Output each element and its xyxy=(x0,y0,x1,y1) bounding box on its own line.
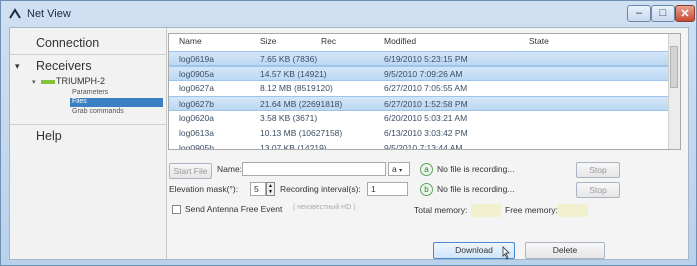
recording-interval-label: Recording interval(s): xyxy=(280,184,361,194)
nav-connection-label: Connection xyxy=(36,36,100,50)
start-file-button[interactable]: Start File xyxy=(169,163,212,179)
table-row[interactable]: log0620a 3.58 KB (3671) 6/20/2010 5:03:21 … xyxy=(169,111,669,126)
send-event-label: Send Antenna Free Event xyxy=(185,204,283,214)
cell-modified: 6/27/2010 7:05:55 AM xyxy=(384,83,468,93)
cell-name: log0613a xyxy=(179,128,214,138)
title-bar: Net View – □ ✕ xyxy=(1,1,696,27)
stop-b-button[interactable]: Stop xyxy=(576,182,620,198)
elevation-mask-input[interactable]: 5 xyxy=(250,182,266,196)
cell-size: 14.57 KB (14921) xyxy=(260,69,327,79)
nav-help[interactable]: Help xyxy=(10,124,166,147)
delete-button[interactable]: Delete xyxy=(525,242,605,259)
expand-arrow-icon: ▾ xyxy=(15,61,20,71)
cell-size: 8.12 MB (8519120) xyxy=(260,83,333,93)
column-header-rec[interactable]: Rec xyxy=(321,36,336,46)
column-header-size[interactable]: Size xyxy=(260,36,277,46)
minimize-icon: – xyxy=(635,7,643,19)
cell-modified: 6/20/2010 5:03:21 AM xyxy=(384,113,468,123)
cell-size: 3.58 KB (3671) xyxy=(260,113,318,123)
dropdown-arrow-icon: ▾ xyxy=(399,168,403,174)
recording-interval-input[interactable]: 1 xyxy=(367,182,408,196)
maximize-button[interactable]: □ xyxy=(651,5,675,22)
name-select[interactable]: a ▾ xyxy=(388,162,410,176)
channel-b-status: No file is recording... xyxy=(437,184,515,194)
nav-connection[interactable]: Connection xyxy=(10,32,166,55)
maximize-icon: □ xyxy=(659,7,667,19)
cell-name: log0905a xyxy=(179,69,214,79)
total-memory-value xyxy=(471,204,501,217)
elevation-spinner[interactable]: ▲ ▼ xyxy=(266,182,275,196)
channel-a-indicator: a xyxy=(420,163,433,176)
file-list-header: Name Size Rec Modified State xyxy=(169,34,669,52)
table-row[interactable]: log0905b 13.07 KB (14219) 9/5/2010 7:13:44… xyxy=(169,141,669,150)
close-button[interactable]: ✕ xyxy=(675,5,695,22)
cell-name: log0619a xyxy=(179,54,214,64)
name-select-value: a xyxy=(392,164,397,174)
minimize-button[interactable]: – xyxy=(627,5,651,22)
total-memory-label: Total memory: xyxy=(414,205,468,215)
cell-modified: 6/27/2010 1:52:58 PM xyxy=(384,99,468,109)
cell-name: log0627b xyxy=(179,99,214,109)
tree-item-grab-commands[interactable]: Grab commands xyxy=(72,108,124,115)
nav-receivers-label: Receivers xyxy=(36,59,92,73)
file-list[interactable]: Name Size Rec Modified State log0619a 7.6… xyxy=(168,33,681,150)
column-header-modified[interactable]: Modified xyxy=(384,36,416,46)
name-label: Name: xyxy=(217,164,243,174)
nav-help-label: Help xyxy=(36,129,62,143)
cell-name: log0620a xyxy=(179,113,214,123)
name-input[interactable] xyxy=(242,162,386,176)
tree-item-parameters[interactable]: Parameters xyxy=(72,89,108,96)
mouse-cursor-icon xyxy=(502,246,510,260)
column-header-name[interactable]: Name xyxy=(179,36,202,46)
free-memory-label: Free memory: xyxy=(505,205,558,215)
table-row[interactable]: log0627a 8.12 MB (8519120) 6/27/2010 7:05:… xyxy=(169,81,669,96)
app-icon xyxy=(9,8,21,19)
tree-item-files[interactable]: Files xyxy=(72,98,87,105)
receiver-icon xyxy=(41,80,55,84)
channel-b-indicator: b xyxy=(420,183,433,196)
nav-receivers[interactable]: ▾ Receivers xyxy=(10,55,166,77)
cell-modified: 6/19/2010 5:23:15 PM xyxy=(384,54,468,64)
scrollbar-thumb[interactable] xyxy=(670,46,678,88)
window-title: Net View xyxy=(27,8,71,20)
tree-expand-icon[interactable]: ▾ xyxy=(32,78,36,86)
table-row[interactable]: log0619a 7.65 KB (7836) 6/19/2010 5:23:15 … xyxy=(169,51,669,66)
cell-name: log0905b xyxy=(179,143,214,150)
channel-a-status: No file is recording... xyxy=(437,164,515,174)
sidebar: Connection ▾ Receivers ▾ TRIUMPH-2 Param… xyxy=(10,28,167,259)
table-row[interactable]: log0627b 21.64 MB (22691818) 6/27/2010 1:5… xyxy=(169,96,669,111)
cell-size: 10.13 MB (10627158) xyxy=(260,128,343,138)
free-memory-value xyxy=(558,204,588,217)
column-header-state[interactable]: State xyxy=(529,36,549,46)
tree-receiver[interactable]: TRIUMPH-2 xyxy=(56,76,105,86)
client-area: Connection ▾ Receivers ▾ TRIUMPH-2 Param… xyxy=(9,27,689,260)
close-icon: ✕ xyxy=(680,8,690,20)
event-hint: ( неизвестный HD ) xyxy=(293,204,356,211)
net-view-window: Net View – □ ✕ Connection ▾ Receivers ▾ … xyxy=(0,0,697,266)
elevation-mask-label: Elevation mask(°): xyxy=(169,184,239,194)
cell-size: 21.64 MB (22691818) xyxy=(260,99,343,109)
table-row[interactable]: log0613a 10.13 MB (10627158) 6/13/2010 3:0… xyxy=(169,126,669,141)
cell-size: 13.07 KB (14219) xyxy=(260,143,327,150)
cell-modified: 9/5/2010 7:13:44 AM xyxy=(384,143,463,150)
table-row[interactable]: log0905a 14.57 KB (14921) 9/5/2010 7:09:26… xyxy=(169,66,669,81)
cell-size: 7.65 KB (7836) xyxy=(260,54,318,64)
send-event-checkbox[interactable] xyxy=(172,205,181,214)
stop-a-button[interactable]: Stop xyxy=(576,162,620,178)
cell-modified: 9/5/2010 7:09:26 AM xyxy=(384,69,463,79)
cell-name: log0627a xyxy=(179,83,214,93)
file-list-scrollbar[interactable] xyxy=(668,34,680,149)
cell-modified: 6/13/2010 3:03:42 PM xyxy=(384,128,468,138)
